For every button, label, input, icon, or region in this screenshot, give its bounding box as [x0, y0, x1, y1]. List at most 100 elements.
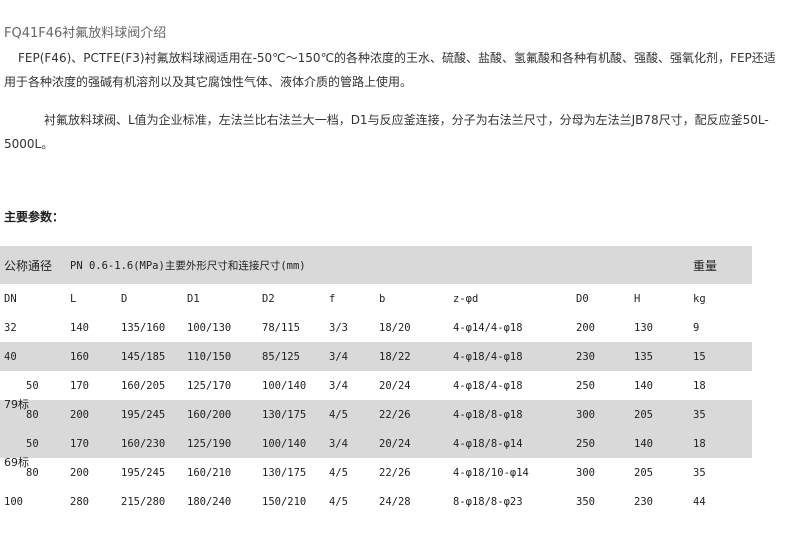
table-cell: 140 [70, 321, 89, 334]
table-cell: 4/5 [329, 495, 348, 508]
section-subtitle: 主要参数： [4, 210, 65, 224]
table-cell: 18 [693, 437, 706, 450]
table-cell: 135/160 [121, 321, 166, 334]
table-cell: 135 [634, 350, 653, 363]
table-cell: 170 [70, 379, 89, 392]
table-cell: 100/140 [262, 437, 307, 450]
table-cell: 24/28 [379, 495, 411, 508]
table-row: 32 140 135/160 100/130 78/115 3/3 18/20 4-φ14/4… [0, 313, 752, 342]
table-cell: 85/125 [262, 350, 300, 363]
unit-cell: H [634, 292, 641, 305]
table-cell: 205 [634, 408, 653, 421]
table-cell: 78/115 [262, 321, 300, 334]
table-cell: 215/280 [121, 495, 166, 508]
table-row: 50 170 160/205 125/170 100/140 3/4 20/24 4-φ18/… [0, 371, 752, 400]
table-cell: 3/4 [329, 379, 348, 392]
group-label-69: 69标 [4, 456, 29, 469]
table-header-row: 公称通径 PN 0.6-1.6(MPa)主要外形尺寸和连接尺寸(mm) 重量 [0, 246, 752, 284]
table-cell: 100 [4, 495, 23, 508]
table-cell: 140 [634, 437, 653, 450]
page-title: FQ41F46衬氟放料球阀介绍 [4, 26, 167, 41]
table-cell: 130/175 [262, 466, 307, 479]
table-row: 80 200 195/245 160/200 130/175 4/5 22/26 4-φ18/… [0, 400, 752, 429]
table-cell: 160 [70, 350, 89, 363]
table-cell: 15 [693, 350, 706, 363]
table-cell: 4-φ14/4-φ18 [453, 321, 523, 334]
unit-cell: b [379, 292, 386, 305]
table-cell: 195/245 [121, 466, 166, 479]
table-cell: 44 [693, 495, 706, 508]
table-cell: 130 [634, 321, 653, 334]
table-cell: 230 [576, 350, 595, 363]
table-cell: 22/26 [379, 466, 411, 479]
table-cell: 4/5 [329, 408, 348, 421]
table-cell: 3/4 [329, 350, 348, 363]
table-cell: 300 [576, 408, 595, 421]
parameter-table: 公称通径 PN 0.6-1.6(MPa)主要外形尺寸和连接尺寸(mm) 重量 D… [0, 246, 752, 516]
table-cell: 3/3 [329, 321, 348, 334]
table-cell: 35 [693, 408, 706, 421]
table-cell: 4-φ18/8-φ14 [453, 437, 523, 450]
table-cell: 160/230 [121, 437, 166, 450]
table-cell: 4/5 [329, 466, 348, 479]
table-cell: 300 [576, 466, 595, 479]
unit-cell: D0 [576, 292, 589, 305]
table-cell: 100/130 [187, 321, 232, 334]
table-cell: 3/4 [329, 437, 348, 450]
table-cell: 110/150 [187, 350, 232, 363]
unit-cell: z-φd [453, 292, 479, 305]
table-units-row: DN L D D1 D2 f b z-φd D0 H kg [0, 284, 752, 313]
table-row: 100 280 215/280 180/240 150/210 4/5 24/28 8-φ18… [0, 487, 752, 516]
intro-paragraph: FEP(F46)、PCTFE(F3)衬氟放料球阀适用在-50℃～150℃的各种浓… [4, 51, 776, 89]
unit-cell: D1 [187, 292, 200, 305]
table-cell: 35 [693, 466, 706, 479]
table-cell: 4-φ18/4-φ18 [453, 379, 523, 392]
table-row: 50 170 160/230 125/190 100/140 3/4 20/24 4-φ18/… [0, 429, 752, 458]
table-cell: 145/185 [121, 350, 166, 363]
table-cell: 280 [70, 495, 89, 508]
table-cell: 4-φ18/4-φ18 [453, 350, 523, 363]
table-cell: 160/205 [121, 379, 166, 392]
table-cell: 22/26 [379, 408, 411, 421]
table-cell: 160/200 [187, 408, 232, 421]
table-cell: 18/20 [379, 321, 411, 334]
table-cell: 180/240 [187, 495, 232, 508]
table-row: 40 160 145/185 110/150 85/125 3/4 18/22 4-φ18/4… [0, 342, 752, 371]
table-cell: 195/245 [121, 408, 166, 421]
table-cell: 20/24 [379, 437, 411, 450]
table-cell: 150/210 [262, 495, 307, 508]
table-cell: 32 [4, 321, 17, 334]
table-cell: 250 [576, 437, 595, 450]
table-row: 80 200 195/245 160/210 130/175 4/5 22/26 4-φ18/… [0, 458, 752, 487]
group-label-79: 79标 [4, 398, 29, 411]
table-cell: 4-φ18/10-φ14 [453, 466, 529, 479]
unit-cell: DN [4, 292, 17, 305]
table-cell: 9 [693, 321, 700, 334]
table-cell: 350 [576, 495, 595, 508]
table-cell: 200 [576, 321, 595, 334]
table-cell: 160/210 [187, 466, 232, 479]
table-cell: 250 [576, 379, 595, 392]
table-cell: 125/170 [187, 379, 232, 392]
table-cell: 40 [4, 350, 17, 363]
table-cell: 205 [634, 466, 653, 479]
header-weight: 重量 [693, 258, 718, 273]
unit-cell: f [329, 292, 336, 305]
table-cell: 170 [70, 437, 89, 450]
table-cell: 130/175 [262, 408, 307, 421]
unit-cell: kg [693, 292, 706, 305]
note-paragraph: 衬氟放料球阀、L值为企业标准，左法兰比右法兰大一档，D1与反应釜连接，分子为右法… [4, 113, 769, 151]
table-cell: 125/190 [187, 437, 232, 450]
unit-cell: D [121, 292, 128, 305]
table-cell: 200 [70, 466, 89, 479]
header-spec: PN 0.6-1.6(MPa)主要外形尺寸和连接尺寸(mm) [70, 259, 306, 272]
unit-cell: L [70, 292, 77, 305]
table-cell: 100/140 [262, 379, 307, 392]
table-cell: 18/22 [379, 350, 411, 363]
table-cell: 20/24 [379, 379, 411, 392]
unit-cell: D2 [262, 292, 275, 305]
table-cell: 8-φ18/8-φ23 [453, 495, 523, 508]
table-cell: 18 [693, 379, 706, 392]
table-cell: 140 [634, 379, 653, 392]
header-nominal: 公称通径 [4, 258, 53, 273]
